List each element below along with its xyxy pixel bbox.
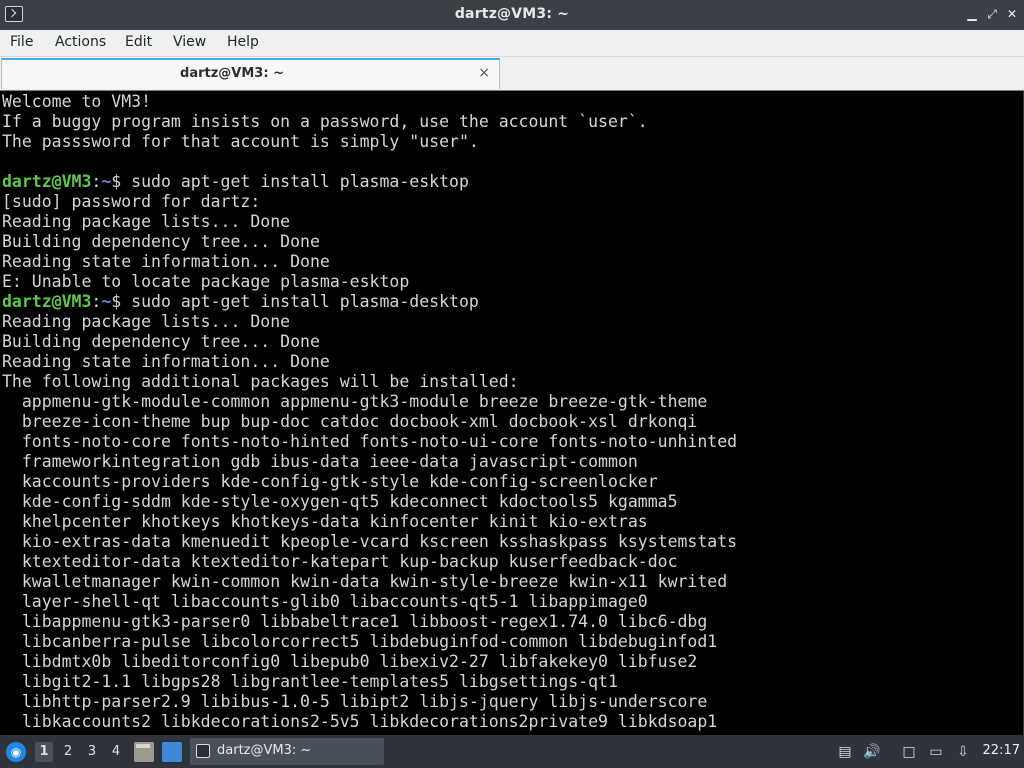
prompt-colon: : [91, 172, 102, 191]
terminal-line: libappmenu-gtk3-parser0 libbabeltrace1 l… [2, 612, 708, 631]
command-text: $ sudo apt-get install plasma-esktop [111, 172, 469, 191]
window-title: dartz@VM3: ~ [454, 6, 570, 22]
terminal-line: libdmtx0b libeditorconfig0 libepub0 libe… [2, 652, 698, 671]
menu-file[interactable]: File [10, 34, 33, 50]
command-text: $ sudo apt-get install plasma-desktop [111, 292, 479, 311]
terminal-line: Welcome to VM3! [2, 92, 152, 111]
workspace-2[interactable]: 2 [59, 742, 77, 762]
menu-view[interactable]: View [173, 34, 206, 50]
prompt-path: ~ [101, 172, 112, 191]
minimize-icon[interactable]: ▁ [966, 8, 978, 20]
terminal-line: The following additional packages will b… [2, 372, 519, 391]
terminal-line: Building dependency tree... Done [2, 232, 320, 251]
task-terminal[interactable]: dartz@VM3: ~ [190, 738, 384, 765]
terminal-line: khelpcenter khotkeys khotkeys-data kinfo… [2, 512, 648, 531]
tab-bar: dartz@VM3: ~ × [0, 57, 1024, 90]
tab-terminal[interactable]: dartz@VM3: ~ × [1, 58, 500, 89]
terminal-line: kde-config-sddm kde-style-oxygen-qt5 kde… [2, 492, 678, 511]
terminal-line: libkaccounts2 libkdecorations2-5v5 libkd… [2, 712, 718, 731]
window-titlebar[interactable]: dartz@VM3: ~ ▁ ⤢ ✕ [0, 0, 1024, 30]
prompt-path: ~ [101, 292, 112, 311]
application-menu-icon[interactable]: ◉ [6, 742, 26, 762]
terminal-line: Reading package lists... Done [2, 312, 291, 331]
workspace-4[interactable]: 4 [107, 742, 125, 762]
notes-icon[interactable]: □ [900, 743, 918, 761]
terminal-line: frameworkintegration gdb ibus-data ieee-… [2, 452, 638, 471]
terminal-line: appmenu-gtk-module-common appmenu-gtk3-m… [2, 392, 708, 411]
terminal-line: libcanberra-pulse libcolorcorrect5 libde… [2, 632, 718, 651]
terminal-line: breeze-icon-theme bup bup-doc catdoc doc… [2, 412, 698, 431]
volume-icon[interactable]: 🔊 [863, 743, 881, 761]
clock: 22:17 [982, 743, 1020, 758]
prompt-colon: : [91, 292, 102, 311]
terminal-line: [sudo] password for dartz: [2, 192, 261, 211]
close-icon[interactable]: ✕ [1006, 8, 1018, 20]
terminal-line: layer-shell-qt libaccounts-glib0 libacco… [2, 592, 648, 611]
terminal-line: If a buggy program insists on a password… [2, 112, 648, 131]
terminal-line: Reading state information... Done [2, 252, 330, 271]
task-label: dartz@VM3: ~ [217, 743, 312, 758]
terminal-line: dartz@VM3:~$ sudo apt-get install plasma… [2, 292, 479, 312]
file-manager-icon[interactable] [134, 742, 154, 762]
monitor-icon[interactable]: ▭ [927, 743, 945, 761]
terminal-line: The passsword for that account is simply… [2, 132, 479, 151]
terminal-line: libgit2-1.1 libgps28 libgrantlee-templat… [2, 672, 618, 691]
menu-bar: File Actions Edit View Help [0, 30, 1024, 57]
terminal-line: dartz@VM3:~$ sudo apt-get install plasma… [2, 172, 469, 192]
menu-actions[interactable]: Actions [55, 34, 106, 50]
menu-help[interactable]: Help [227, 34, 259, 50]
terminal-line: ktexteditor-data ktexteditor-katepart ku… [2, 552, 678, 571]
prompt-user: dartz@VM3 [2, 172, 92, 191]
terminal-line: E: Unable to locate package plasma-eskto… [2, 272, 410, 291]
maximize-icon[interactable]: ⤢ [986, 8, 998, 20]
terminal-line: Reading package lists... Done [2, 212, 291, 231]
show-desktop-icon[interactable] [162, 742, 182, 762]
prompt-user: dartz@VM3 [2, 292, 92, 311]
taskbar: ◉ 1 2 3 4 dartz@VM3: ~ ▤ 🔊 □ ▭ ⇩ 22:17 [0, 735, 1024, 768]
terminal-line: kwalletmanager kwin-common kwin-data kwi… [2, 572, 728, 591]
update-icon[interactable]: ⇩ [954, 743, 972, 761]
terminal-icon [196, 744, 210, 758]
terminal-line: libhttp-parser2.9 libibus-1.0-5 libipt2 … [2, 692, 708, 711]
menu-edit[interactable]: Edit [125, 34, 152, 50]
workspace-1[interactable]: 1 [35, 742, 53, 762]
clipboard-icon[interactable]: ▤ [836, 743, 854, 761]
terminal-line: kio-extras-data kmenuedit kpeople-vcard … [2, 532, 738, 551]
terminal-line: Building dependency tree... Done [2, 332, 320, 351]
terminal-line: kaccounts-providers kde-config-gtk-style… [2, 472, 658, 491]
workspace-3[interactable]: 3 [83, 742, 101, 762]
tab-label: dartz@VM3: ~ [180, 66, 284, 81]
terminal-line: fonts-noto-core fonts-noto-hinted fonts-… [2, 432, 738, 451]
terminal-line: Reading state information... Done [2, 352, 330, 371]
tab-close-icon[interactable]: × [478, 65, 490, 81]
terminal-output[interactable]: Welcome to VM3! If a buggy program insist… [0, 90, 1024, 735]
